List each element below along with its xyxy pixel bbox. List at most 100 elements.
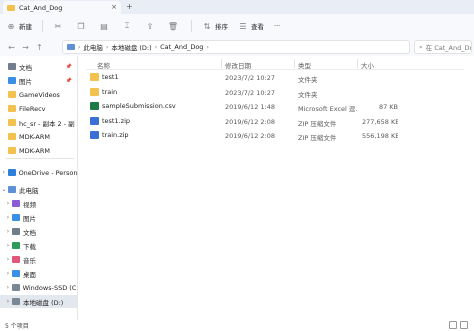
details-view-icon[interactable] (449, 321, 457, 329)
rename-button[interactable]: ⌶ (122, 21, 135, 31)
sidebar-item-quick-access[interactable]: FileRecv (0, 102, 77, 115)
column-divider[interactable] (357, 59, 358, 68)
tab-close-button[interactable]: × (111, 3, 117, 11)
tiles-view-icon[interactable] (460, 321, 468, 329)
folder-icon (8, 119, 16, 126)
share-button[interactable]: ⇪ (145, 21, 158, 31)
location-icon (12, 214, 20, 221)
sidebar-item-onedrive[interactable]: › OneDrive - Persona (0, 166, 78, 179)
location-icon (12, 298, 20, 305)
sidebar-item-label: 下载 (23, 242, 36, 251)
folder-icon (8, 105, 16, 112)
sidebar-item-label: 视频 (23, 200, 36, 209)
sidebar-item-label: 桌面 (23, 270, 36, 279)
chevron-right-icon: › (6, 242, 10, 249)
breadcrumb-separator: › (206, 43, 209, 51)
computer-icon (8, 186, 16, 193)
file-name: test1.zip (102, 116, 131, 125)
new-tab-button[interactable]: + (126, 2, 133, 11)
file-row[interactable]: test1 2023/7/2 10:27 文件夹 (86, 71, 464, 85)
cut-button[interactable]: ✂ (53, 21, 66, 31)
file-row[interactable]: train 2023/7/2 10:27 文件夹 (86, 86, 464, 100)
sidebar-item-label: 图片 (19, 77, 32, 86)
file-name-cell: train (90, 87, 223, 96)
sidebar-item-label: OneDrive - Persona (18, 168, 78, 177)
file-type: ZIP 压缩文件 (298, 134, 337, 142)
breadcrumb-separator: › (105, 43, 109, 51)
file-row[interactable]: train.zip 2019/6/12 2:08 ZIP 压缩文件 556,198 K… (86, 129, 464, 143)
location-icon (11, 284, 20, 291)
new-button[interactable]: ⊕ 新建 (6, 21, 32, 32)
sidebar-item-quick-access[interactable]: 文档 📌 (0, 60, 77, 73)
delete-button[interactable]: 🗑 (168, 21, 181, 31)
file-size: 556,198 KB (362, 132, 398, 140)
copy-button[interactable]: ❐ (76, 21, 89, 31)
sidebar-item-quick-access[interactable]: MDK-ARM (0, 144, 77, 157)
paste-button[interactable]: ▤ (99, 21, 112, 31)
back-button[interactable]: ← (6, 43, 17, 52)
column-divider[interactable] (294, 59, 295, 68)
sort-button[interactable]: ⇅ 排序 (202, 21, 228, 32)
new-label: 新建 (19, 23, 32, 31)
sidebar-item-pc[interactable]: › 图片 (0, 211, 77, 224)
sidebar-item-pc[interactable]: › 桌面 (0, 267, 77, 280)
chevron-right-icon: › (6, 228, 10, 235)
file-size: 87 KB (378, 103, 398, 111)
sidebar-item-this-pc[interactable]: ⌄ 此电脑 (0, 183, 77, 196)
sidebar-item-pc[interactable]: › 文档 (0, 225, 77, 238)
tab-cat-and-dog[interactable]: Cat_And_Dog × (3, 1, 121, 14)
sidebar-item-pc[interactable]: › 本地磁盘 (D:) (0, 295, 77, 308)
more-button[interactable]: ··· (274, 22, 280, 30)
view-button[interactable]: ☰ 查看 (238, 21, 264, 32)
file-date: 2019/6/12 1:48 (225, 103, 275, 111)
chevron-right-icon: › (6, 256, 10, 263)
column-divider[interactable] (221, 59, 222, 68)
search-input[interactable]: ⌕ 在 Cat_And_Dog 中搜 (414, 40, 472, 54)
address-bar[interactable]: › 此电脑 › 本地磁盘 (D:) › Cat_And_Dog › (62, 40, 410, 54)
file-name: train (102, 87, 118, 96)
sidebar-item-quick-access[interactable]: hc_sr - 副本 2 - 副 (0, 116, 77, 129)
sidebar-item-label: 此电脑 (19, 186, 39, 195)
chevron-right-icon: › (6, 200, 10, 207)
file-icon (90, 87, 99, 96)
search-icon: ⌕ (419, 42, 423, 51)
navigation-pane: 文档 📌 图片 📌 GameVideos FileRecv hc_sr - 副本 2 - 副… (0, 56, 78, 320)
pin-icon: 📌 (65, 77, 72, 84)
item-count: 5 个项目 (5, 323, 29, 330)
sidebar-item-label: 图片 (23, 214, 36, 223)
share-icon: ⇪ (146, 21, 154, 31)
view-label: 查看 (251, 23, 264, 31)
sidebar-item-quick-access[interactable]: GameVideos (0, 88, 77, 101)
cloud-icon (7, 169, 16, 176)
sidebar-item-pc[interactable]: › Windows-SSD (C:) (0, 281, 77, 294)
breadcrumb-cat-and-dog[interactable]: Cat_And_Dog (160, 43, 203, 51)
sidebar-item-pc[interactable]: › 下载 (0, 239, 77, 252)
sidebar-divider (6, 158, 74, 159)
sidebar-item-pc[interactable]: › 音乐 (0, 253, 77, 266)
location-icon (12, 270, 20, 277)
command-bar: ⊕ 新建 ✂ ❐ ▤ ⌶ ⇪ 🗑 ⇅ 排序 ☰ 查看 ··· (0, 14, 474, 38)
rename-icon: ⌶ (124, 21, 130, 30)
header-divider (86, 69, 464, 70)
up-button[interactable]: ↑ (34, 43, 45, 52)
forward-button[interactable]: → (20, 43, 31, 52)
sidebar-item-quick-access[interactable]: MDK-ARM (0, 130, 77, 143)
address-row: ← → ↑ › 此电脑 › 本地磁盘 (D:) › Cat_And_Dog › … (0, 38, 474, 56)
file-row[interactable]: sampleSubmission.csv 2019/6/12 1:48 Micros… (86, 100, 464, 114)
folder-icon (8, 77, 16, 84)
file-row[interactable]: test1.zip 2019/6/12 2:08 ZIP 压缩文件 277,658 K… (86, 115, 464, 129)
trash-icon: 🗑 (167, 21, 179, 31)
paste-icon: ▤ (100, 21, 108, 31)
sort-label: 排序 (215, 23, 228, 31)
sidebar-item-quick-access[interactable]: 图片 📌 (0, 74, 77, 87)
folder-icon (8, 133, 16, 140)
file-date: 2019/6/12 2:08 (225, 132, 275, 140)
file-icon (90, 131, 99, 139)
sidebar-item-pc[interactable]: › 视频 (0, 197, 77, 210)
breadcrumb-drive-d[interactable]: 本地磁盘 (D:) (111, 42, 151, 52)
toolbar-divider (42, 20, 43, 32)
file-name: test1 (102, 73, 119, 81)
breadcrumb-this-pc[interactable]: 此电脑 (83, 42, 103, 52)
status-bar: 5 个项目 (0, 320, 474, 331)
sort-icon: ⇅ (203, 21, 211, 31)
